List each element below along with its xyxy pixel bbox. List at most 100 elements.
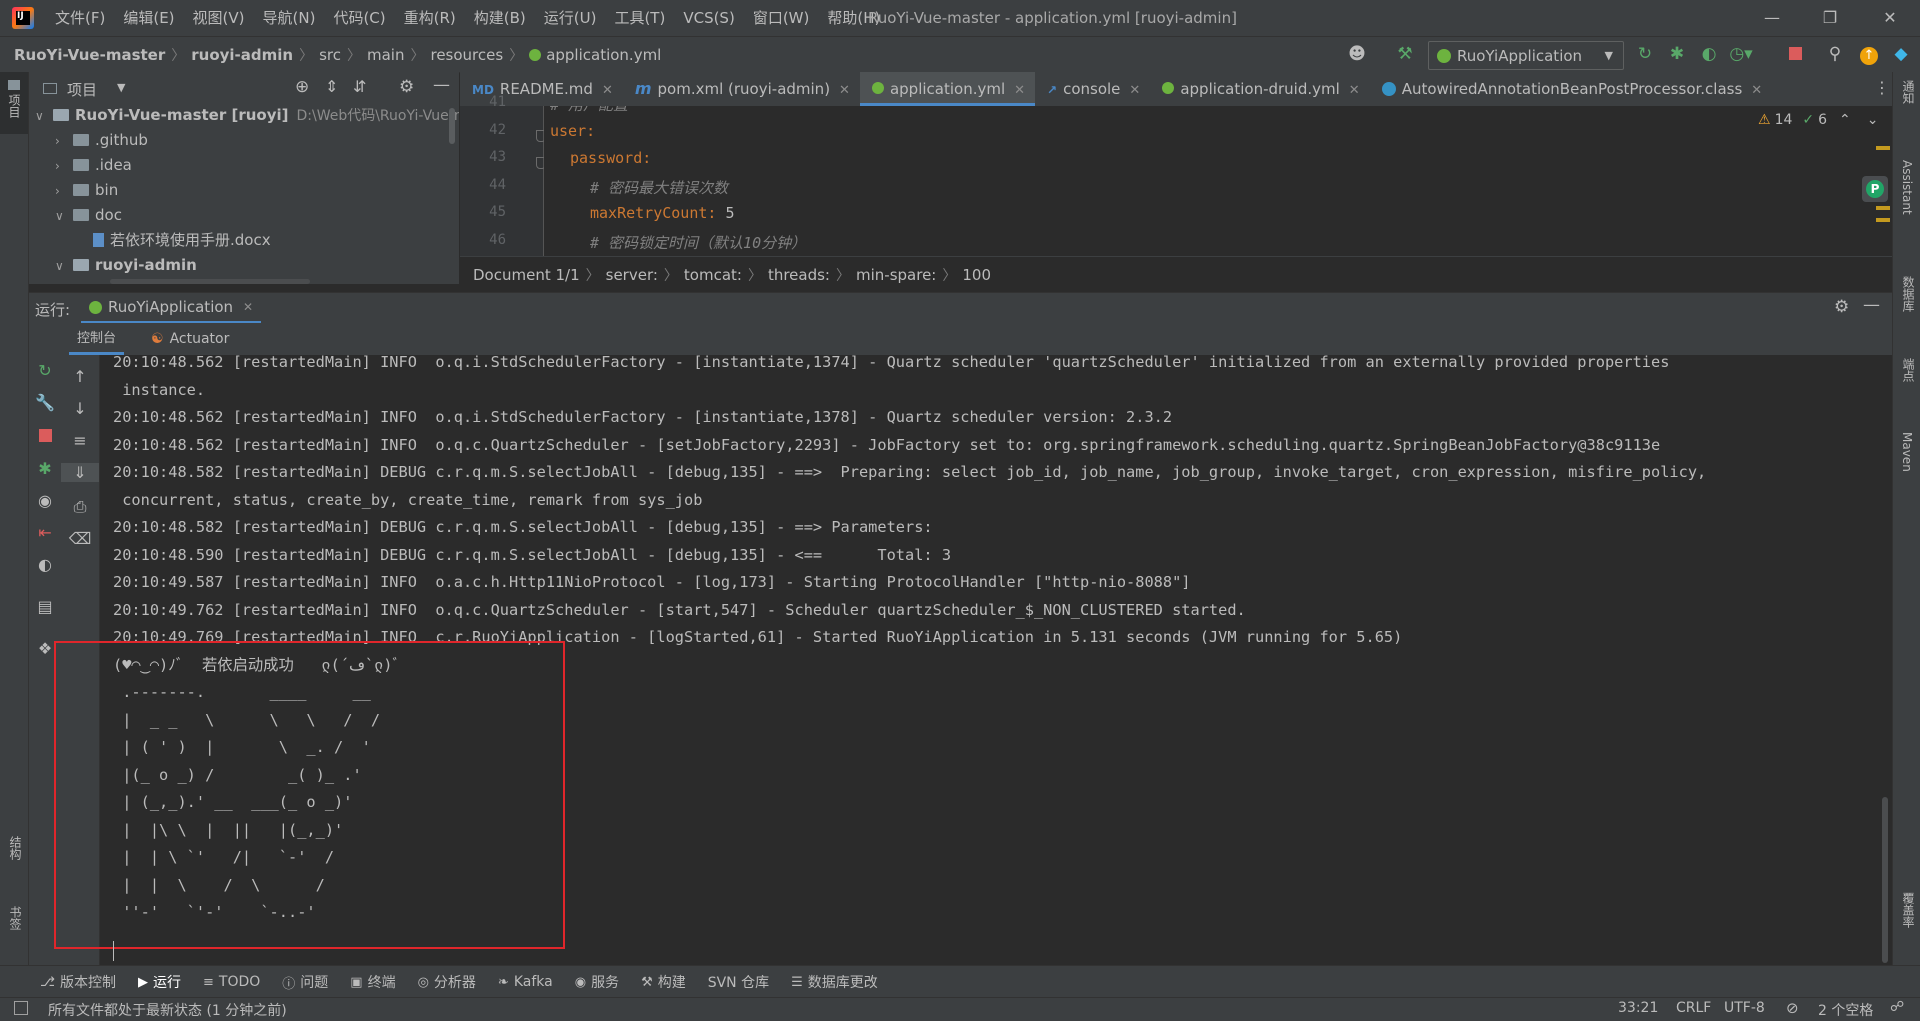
editor-breadcrumb-item[interactable]: threads:: [768, 266, 830, 284]
exit-icon[interactable]: ⇤: [29, 523, 61, 542]
intellij-logo-icon[interactable]: IJ: [12, 7, 34, 29]
horizontal-scrollbar[interactable]: [110, 279, 310, 284]
tree-node[interactable]: › bin: [55, 178, 118, 203]
breadcrumb-item[interactable]: RuoYi-Vue-master: [14, 46, 165, 64]
chevron-right-icon[interactable]: ›: [55, 179, 73, 204]
tree-node[interactable]: ∨ ruoyi-admin: [55, 253, 197, 278]
layout-icon[interactable]: ▤: [29, 597, 61, 616]
project-tree-scrollbar[interactable]: [449, 108, 455, 144]
editor-tab[interactable]: m pom.xml (ruoyi-admin) ✕: [623, 72, 860, 106]
structure-tool-button[interactable]: 结构: [0, 832, 28, 884]
inspection-widget[interactable]: ⚠ 14 ✓ 6 ⌃ ⌄: [1758, 112, 1879, 128]
close-window-button[interactable]: ✕: [1862, 0, 1918, 36]
chevron-down-icon[interactable]: ∨: [55, 204, 73, 229]
more-tabs-icon[interactable]: ⋮: [1874, 78, 1890, 97]
arrow-down-icon[interactable]: ↓: [61, 399, 99, 418]
breadcrumb-item[interactable]: application.yml: [546, 46, 661, 64]
notifications-tool-label[interactable]: 通知: [1900, 80, 1917, 104]
search-icon[interactable]: ⚲: [1822, 37, 1848, 72]
chevron-right-icon[interactable]: ›: [55, 129, 73, 154]
close-icon[interactable]: ✕: [839, 83, 850, 98]
breadcrumb-item[interactable]: resources: [430, 46, 503, 64]
arrow-up-icon[interactable]: ↑: [61, 367, 99, 386]
line-separator[interactable]: CRLF: [1676, 1000, 1711, 1016]
editor-tab[interactable]: application-druid.yml ✕: [1150, 72, 1369, 106]
camera-icon[interactable]: ◉: [29, 491, 61, 510]
bottom-tool-8[interactable]: ⚒ 构建: [641, 972, 686, 992]
no-lock-icon[interactable]: ⊘: [1786, 999, 1799, 1017]
stop-icon[interactable]: [1782, 37, 1808, 72]
chevron-down-icon[interactable]: ⌄: [1867, 112, 1879, 128]
debug-icon[interactable]: ✱: [1664, 37, 1690, 72]
hide-panel-icon[interactable]: —: [1863, 295, 1880, 315]
chevron-right-icon[interactable]: ›: [55, 154, 73, 179]
coverage-icon[interactable]: ◐: [29, 555, 61, 574]
bottom-tool-6[interactable]: ❧ Kafka: [498, 974, 553, 990]
layout-toggle-icon[interactable]: [14, 1001, 28, 1015]
editor-tab[interactable]: ↗ console ✕: [1035, 72, 1150, 106]
rerun-icon[interactable]: ↻: [1632, 37, 1658, 72]
editor-breadcrumb-item[interactable]: min-spare:: [856, 266, 936, 284]
console-scrollbar-thumb[interactable]: [1882, 797, 1888, 963]
chevron-down-icon[interactable]: ∨: [55, 254, 73, 279]
hide-panel-icon[interactable]: —: [433, 75, 450, 95]
coverage-icon[interactable]: ◐: [1696, 37, 1722, 72]
endpoints-tool-label[interactable]: 端点: [1900, 358, 1917, 382]
close-icon[interactable]: ✕: [1349, 83, 1360, 98]
caret-position[interactable]: 33:21: [1618, 1000, 1658, 1016]
scroll-to-end-icon[interactable]: ⇓: [61, 463, 99, 482]
bottom-tool-7[interactable]: ◉ 服务: [575, 972, 619, 992]
editor-breadcrumb-item[interactable]: tomcat:: [684, 266, 742, 284]
tree-node[interactable]: 若依环境使用手册.docx: [75, 228, 271, 253]
bottom-tool-4[interactable]: ▣ 终端: [350, 972, 395, 992]
database-tool-label[interactable]: 数据库: [1900, 276, 1917, 312]
menu-item[interactable]: 重构(R): [395, 0, 465, 36]
bottom-tool-3[interactable]: ⓘ 问题: [282, 972, 328, 992]
menu-item[interactable]: VCS(S): [674, 0, 743, 36]
bottom-tool-2[interactable]: ≡ TODO: [203, 974, 260, 990]
status-message[interactable]: 所有文件都处于最新状态 (1 分钟之前): [48, 1000, 287, 1020]
editor-breadcrumb-item[interactable]: server:: [606, 266, 658, 284]
tree-node[interactable]: ∨ RuoYi-Vue-master [ruoyi] D:\Web代码\RuoYi-…: [35, 106, 459, 128]
locate-icon[interactable]: ⊕: [295, 77, 309, 97]
run-tab[interactable]: RuoYiApplication ✕: [81, 293, 262, 324]
build-hammer-icon[interactable]: ⚒: [1392, 37, 1418, 72]
bottom-tool-5[interactable]: ◎ 分析器: [418, 972, 476, 992]
tab-console[interactable]: 控制台: [69, 323, 125, 355]
close-icon[interactable]: ✕: [1751, 83, 1762, 98]
file-encoding[interactable]: UTF-8: [1724, 1000, 1765, 1016]
menu-item[interactable]: 构建(B): [465, 0, 535, 36]
menu-item[interactable]: 工具(T): [605, 0, 674, 36]
menu-item[interactable]: 导航(N): [254, 0, 325, 36]
editor-tab[interactable]: AutowiredAnnotationBeanPostProcessor.cla…: [1370, 72, 1773, 106]
update-icon[interactable]: ↑: [1856, 37, 1882, 72]
bottom-tool-9[interactable]: SVN 仓库: [708, 972, 769, 992]
assistant-tool-label[interactable]: Assistant: [1900, 160, 1914, 215]
bottom-tool-10[interactable]: ☰ 数据库更改: [791, 972, 878, 992]
menu-item[interactable]: 编辑(E): [114, 0, 183, 36]
menu-item[interactable]: 代码(C): [324, 0, 394, 36]
chevron-up-icon[interactable]: ⌃: [1839, 112, 1851, 128]
gear-icon[interactable]: ⚙: [1834, 297, 1849, 317]
bookmarks-tool-button[interactable]: 书签: [0, 902, 28, 954]
close-icon[interactable]: ✕: [1129, 83, 1140, 98]
bottom-tool-1[interactable]: ▶ 运行: [138, 972, 181, 992]
editor-breadcrumb-item[interactable]: 100: [962, 266, 991, 284]
wrench-icon[interactable]: 🔧: [29, 393, 61, 412]
stop-icon[interactable]: [29, 427, 61, 446]
breadcrumb-item[interactable]: src: [319, 46, 341, 64]
rerun-icon[interactable]: ↻: [29, 361, 61, 380]
chevron-down-icon[interactable]: ∨: [35, 106, 53, 129]
close-icon[interactable]: ✕: [1014, 83, 1025, 98]
breadcrumb-item[interactable]: main: [367, 46, 404, 64]
restore-button[interactable]: ❐: [1802, 0, 1858, 36]
breadcrumb-item[interactable]: ruoyi-admin: [191, 46, 293, 64]
plugin-badge-icon[interactable]: P: [1862, 176, 1888, 202]
menu-item[interactable]: 运行(U): [535, 0, 606, 36]
chevron-down-icon[interactable]: ▼: [117, 81, 125, 94]
expand-all-icon[interactable]: ⇕: [325, 77, 338, 96]
lock-icon[interactable]: ☍: [1890, 999, 1904, 1015]
toolbox-icon[interactable]: ◆: [1888, 37, 1914, 72]
tree-node[interactable]: › .idea: [55, 153, 132, 178]
menu-item[interactable]: 视图(V): [184, 0, 254, 36]
